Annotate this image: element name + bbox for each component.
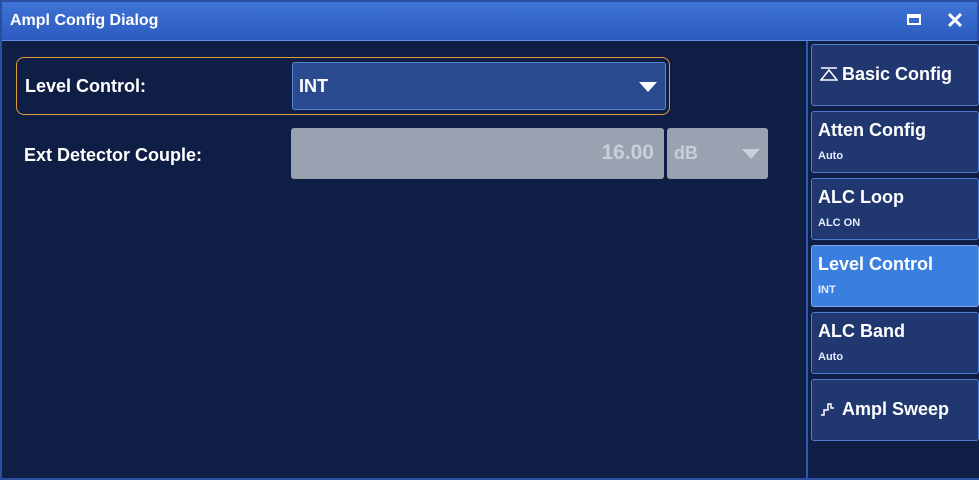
ext-detector-value-field: 16.00 — [291, 128, 664, 179]
ampl-config-dialog: Ampl Config Dialog ✕ Level Control: INT … — [0, 0, 979, 480]
sidebar-item-sub: Auto — [818, 351, 844, 363]
maximize-button[interactable] — [902, 8, 928, 34]
close-button[interactable]: ✕ — [942, 8, 968, 34]
sidebar-item-ampl-sweep-content: Ampl Sweep — [820, 399, 949, 420]
sidebar-item-label: Atten Config — [818, 120, 926, 140]
triangle-up-icon — [820, 67, 838, 81]
ext-detector-value: 16.00 — [601, 141, 654, 164]
ext-detector-unit: dB — [674, 143, 698, 163]
level-control-label: Level Control: — [25, 76, 147, 96]
sidebar-item-level-control[interactable]: Level Control INT — [811, 245, 979, 307]
sidebar-item-basic-config[interactable]: Basic Config — [811, 44, 979, 106]
maximize-icon — [907, 14, 921, 25]
sidebar-item-basic-config-content: Basic Config — [820, 64, 952, 85]
level-control-dropdown[interactable]: INT — [292, 62, 666, 110]
sidebar-item-atten-config[interactable]: Atten Config Auto — [811, 111, 979, 173]
sidebar-item-alc-band[interactable]: ALC Band Auto — [811, 312, 979, 374]
config-panel: Level Control: INT Ext Detector Couple: … — [2, 41, 806, 478]
sidebar-item-label: Ampl Sweep — [842, 399, 950, 419]
sidebar-item-ampl-sweep[interactable]: Ampl Sweep — [811, 379, 979, 441]
window-title: Ampl Config Dialog — [10, 12, 159, 29]
sidebar: Basic Config Atten Config Auto ALC Loop … — [806, 41, 979, 478]
step-waveform-icon — [821, 403, 834, 416]
level-control-row: Level Control: INT — [16, 57, 670, 115]
ext-detector-label: Ext Detector Couple: — [24, 145, 203, 165]
ext-detector-unit-dropdown: dB — [667, 128, 768, 179]
sidebar-item-label: Basic Config — [842, 64, 953, 84]
sidebar-item-sub: ALC ON — [818, 217, 861, 229]
sidebar-item-alc-loop[interactable]: ALC Loop ALC ON — [811, 178, 979, 240]
sidebar-item-label: ALC Band — [818, 321, 905, 341]
sidebar-item-label: ALC Loop — [818, 187, 904, 207]
level-control-value: INT — [299, 76, 328, 96]
title-bar[interactable]: Ampl Config Dialog ✕ — [2, 2, 977, 41]
close-icon: ✕ — [945, 8, 965, 33]
chevron-down-icon — [639, 82, 657, 92]
sidebar-item-sub: Auto — [818, 150, 844, 162]
sidebar-item-sub: INT — [818, 284, 836, 296]
sidebar-item-label: Level Control — [818, 254, 934, 274]
chevron-down-icon — [742, 149, 760, 159]
